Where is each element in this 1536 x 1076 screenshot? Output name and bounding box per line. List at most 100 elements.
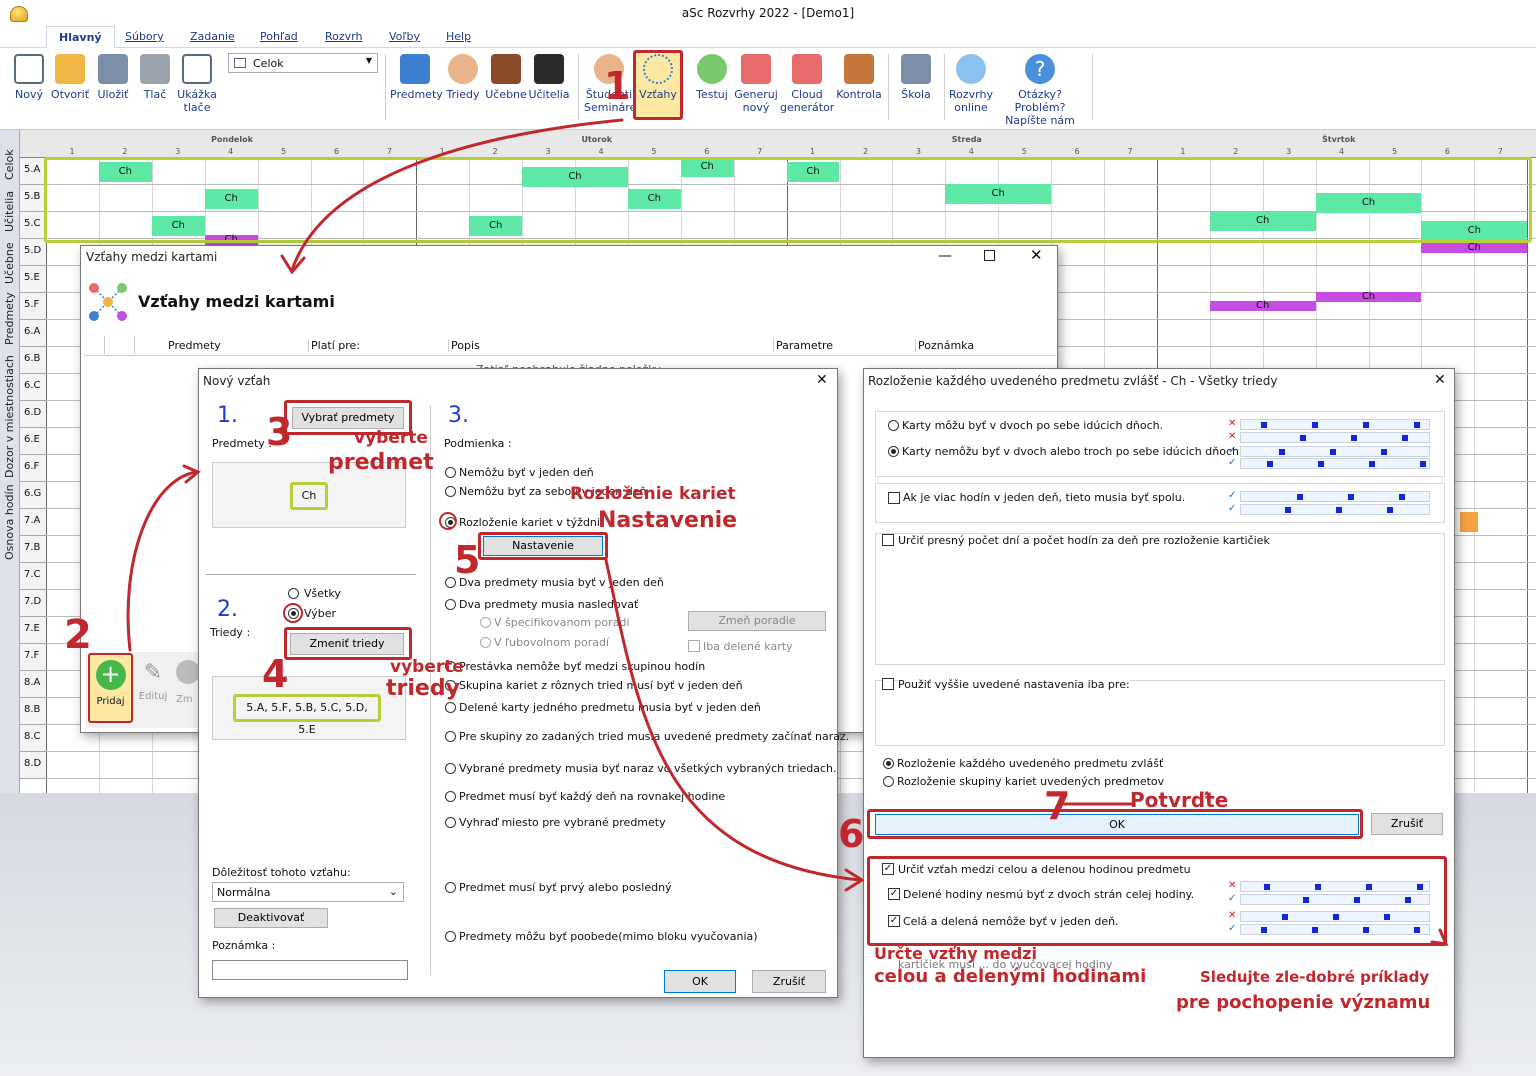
cancel-button[interactable]: Zrušiť: [752, 970, 826, 993]
row-label[interactable]: 6.E: [20, 428, 46, 455]
condition-option: Predmety môžu byť poobede(mimo bloku vyu…: [459, 930, 758, 943]
col-poznamka[interactable]: Poznámka: [915, 339, 974, 352]
row-label[interactable]: 7.F: [20, 644, 46, 671]
minimize-icon[interactable]: —: [938, 248, 952, 264]
condition-radio[interactable]: [445, 599, 456, 610]
condition-radio[interactable]: [445, 931, 456, 942]
opt7-radio[interactable]: [883, 776, 894, 787]
change-classes-button[interactable]: Zmeniť triedy: [290, 633, 404, 655]
row-label[interactable]: 6.A: [20, 320, 46, 347]
remove-button[interactable]: Zm: [176, 660, 200, 705]
close-icon[interactable]: ✕: [1030, 246, 1043, 264]
row-label[interactable]: 8.D: [20, 752, 46, 779]
condition-radio[interactable]: [445, 882, 456, 893]
opt6-radio[interactable]: [883, 758, 894, 769]
condition-radio[interactable]: [445, 486, 456, 497]
opt8-checkbox[interactable]: ✓: [882, 863, 894, 875]
condition-radio[interactable]: [445, 763, 456, 774]
condition-option: Predmet musí byť prvý alebo posledný: [459, 881, 672, 894]
lesson-card[interactable]: Ch: [1421, 243, 1528, 253]
row-label[interactable]: 8.A: [20, 671, 46, 698]
condition-radio[interactable]: [445, 731, 456, 742]
side-tab-dozor[interactable]: Dozor v miestnostiach: [3, 355, 16, 478]
opt2-radio[interactable]: [888, 446, 899, 457]
example-block: [1387, 507, 1393, 513]
selection-radio[interactable]: [288, 608, 299, 619]
lesson-card[interactable]: Ch: [1315, 292, 1422, 302]
opt5-checkbox[interactable]: [882, 678, 894, 690]
row-label[interactable]: 5.B: [20, 185, 46, 212]
opt3-checkbox[interactable]: [888, 492, 900, 504]
classes-chip[interactable]: 5.A, 5.F, 5.B, 5.C, 5.D, 5.E: [233, 694, 381, 736]
subject-chip[interactable]: Ch: [290, 482, 328, 510]
example-block: [1405, 897, 1411, 903]
ok-button[interactable]: OK: [664, 970, 736, 993]
note-label: Poznámka :: [212, 939, 276, 952]
side-tab-osnova[interactable]: Osnova hodín: [3, 484, 16, 560]
deactivate-button[interactable]: Deaktivovať: [214, 908, 328, 928]
maximize-icon[interactable]: [984, 250, 995, 261]
row-label[interactable]: 6.G: [20, 482, 46, 509]
close-icon[interactable]: ✕: [816, 372, 828, 388]
close-icon[interactable]: ✕: [1434, 372, 1446, 388]
all-classes-radio[interactable]: [288, 588, 299, 599]
period-header: 4: [968, 147, 974, 156]
row-label[interactable]: 5.D: [20, 239, 46, 266]
annot-6: 6: [838, 812, 865, 856]
note-input[interactable]: [212, 960, 408, 980]
condition-option: Vyhraď miesto pre vybrané predmety: [459, 816, 666, 829]
choose-subjects-button[interactable]: Vybrať predmety: [292, 407, 404, 429]
example-block: [1318, 461, 1324, 467]
condition-radio[interactable]: [445, 791, 456, 802]
row-label[interactable]: 5.A: [20, 158, 46, 185]
condition-radio[interactable]: [445, 702, 456, 713]
row-label[interactable]: 8.C: [20, 725, 46, 752]
row-label[interactable]: 7.D: [20, 590, 46, 617]
row-label[interactable]: 7.E: [20, 617, 46, 644]
change-order-button[interactable]: Zmeň poradie: [688, 611, 826, 631]
annot-4-line2: triedy: [386, 676, 460, 701]
add-button[interactable]: + Pridaj: [88, 653, 133, 723]
opt10-checkbox[interactable]: ✓: [888, 915, 900, 927]
spread-ok-button[interactable]: OK: [875, 814, 1359, 835]
row-label[interactable]: 6.D: [20, 401, 46, 428]
row-label[interactable]: 5.E: [20, 266, 46, 293]
example-block: [1303, 897, 1309, 903]
importance-select[interactable]: Normálna ⌄: [212, 882, 404, 902]
period-header: 5: [1391, 147, 1398, 156]
col-plati-pre[interactable]: Platí pre:: [308, 339, 360, 352]
opt9-checkbox[interactable]: ✓: [888, 888, 900, 900]
lesson-card[interactable]: Ch: [1209, 301, 1316, 311]
edit-button[interactable]: ✎ Edituj: [137, 660, 169, 702]
row-label[interactable]: 7.C: [20, 563, 46, 590]
orange-card[interactable]: [1460, 512, 1478, 532]
row-label[interactable]: 6.B: [20, 347, 46, 374]
opt1-radio[interactable]: [888, 420, 899, 431]
split-only-checkbox[interactable]: [688, 640, 700, 652]
settings-button[interactable]: Nastavenie: [483, 536, 603, 556]
col-predmety[interactable]: Predmety: [168, 339, 221, 352]
relations-heading: Vzťahy medzi kartami: [138, 292, 335, 311]
condition-radio[interactable]: [445, 817, 456, 828]
opt4-checkbox[interactable]: [882, 534, 894, 546]
period-header: 1: [69, 147, 75, 156]
row-label[interactable]: 7.B: [20, 536, 46, 563]
row-label[interactable]: 6.F: [20, 455, 46, 482]
col-popis[interactable]: Popis: [448, 339, 480, 352]
row-label[interactable]: 8.B: [20, 698, 46, 725]
col-parametre[interactable]: Parametre: [773, 339, 833, 352]
condition-radio[interactable]: [445, 467, 456, 478]
row-label[interactable]: 7.A: [20, 509, 46, 536]
spread-cancel-button[interactable]: Zrušiť: [1371, 813, 1443, 835]
row-label[interactable]: 5.F: [20, 293, 46, 320]
check-icon: ✓: [1228, 490, 1237, 501]
row-label[interactable]: 6.C: [20, 374, 46, 401]
side-tab-ucebne[interactable]: Učebne: [3, 242, 16, 284]
example-strip: [1240, 458, 1430, 469]
any-order-radio[interactable]: [480, 637, 491, 648]
side-tab-predmety[interactable]: Predmety: [3, 292, 16, 345]
side-tab-ucitelia[interactable]: Učitelia: [3, 191, 16, 232]
specified-order-radio[interactable]: [480, 617, 491, 628]
row-label[interactable]: 5.C: [20, 212, 46, 239]
side-tab-celok[interactable]: Celok: [3, 149, 16, 180]
